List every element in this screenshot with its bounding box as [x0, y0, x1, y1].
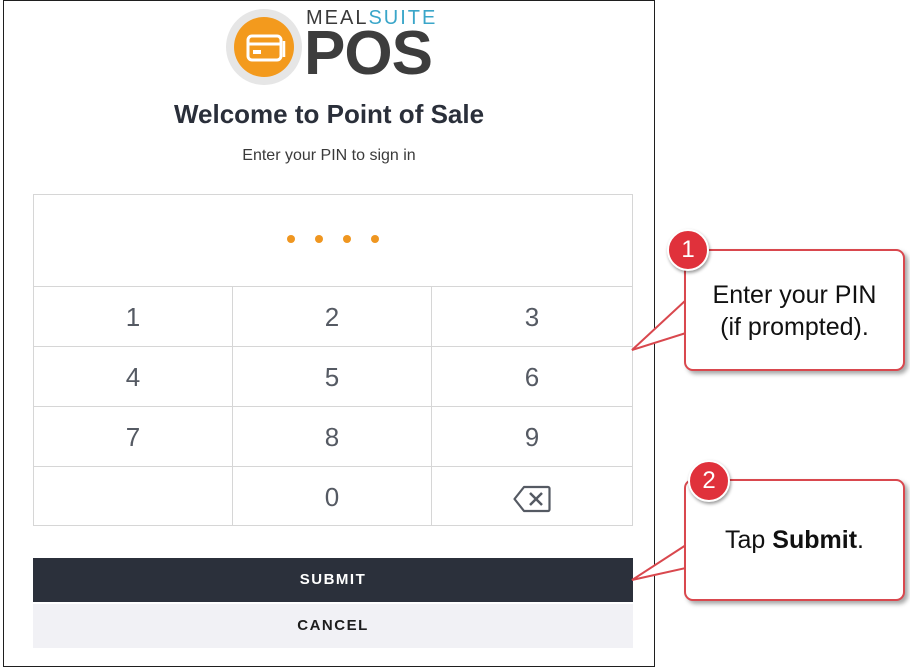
callout-2-suffix: .	[857, 526, 864, 554]
callout-1-line2: (if prompted).	[720, 313, 869, 341]
callout-2-pointer	[631, 543, 687, 581]
callout-2-badge: 2	[688, 460, 730, 502]
callout-2-prefix: Tap	[725, 526, 773, 554]
callout-1-badge: 1	[667, 229, 709, 271]
callout-2-bold: Submit	[772, 526, 858, 554]
callout-enter-pin: Enter your PIN (if prompted).	[684, 249, 905, 371]
callout-1-line1: Enter your PIN	[712, 281, 877, 309]
callout-1-pointer	[631, 297, 687, 351]
